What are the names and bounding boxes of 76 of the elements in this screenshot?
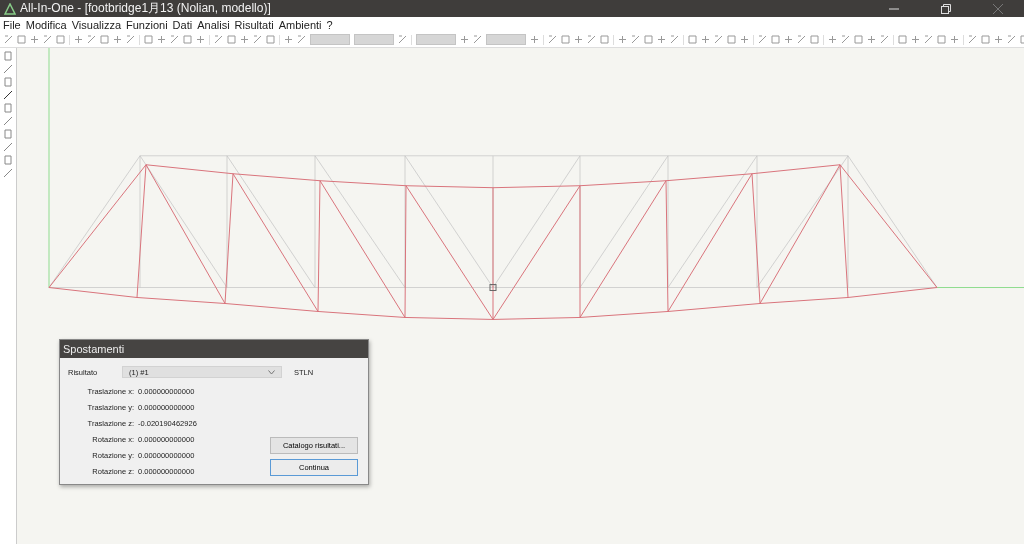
toolbar-icon[interactable]	[87, 35, 96, 44]
toolbar-icon[interactable]	[74, 35, 83, 44]
toolbar-icon[interactable]	[631, 35, 640, 44]
menu-item[interactable]: Risultati	[234, 18, 274, 31]
toolbar-icon[interactable]	[266, 35, 275, 44]
toolbar-icon[interactable]	[937, 35, 946, 44]
toolbar-icon[interactable]	[994, 35, 1003, 44]
toolbar-icon[interactable]	[196, 35, 205, 44]
toolbar-icon[interactable]	[981, 35, 990, 44]
toolbar-icon[interactable]	[240, 35, 249, 44]
toolbar-icon[interactable]	[841, 35, 850, 44]
menu-item[interactable]: Ambienti	[278, 18, 322, 31]
toolbar-icon[interactable]	[740, 35, 749, 44]
toolbar-icon[interactable]	[670, 35, 679, 44]
toolbar-icon[interactable]	[144, 35, 153, 44]
toolbar-icon[interactable]	[758, 35, 767, 44]
toolbar-icon[interactable]	[530, 35, 539, 44]
toolbar-icon[interactable]	[284, 35, 293, 44]
menu-item[interactable]: Analisi	[197, 18, 230, 31]
toolbar-icon[interactable]	[574, 35, 583, 44]
toolbar-icon[interactable]	[727, 35, 736, 44]
toolbar-icon[interactable]	[797, 35, 806, 44]
toolbar-icon[interactable]	[701, 35, 710, 44]
toolbar-icon[interactable]	[561, 35, 570, 44]
toolbar-icon[interactable]	[548, 35, 557, 44]
toolbar-icon[interactable]	[657, 35, 666, 44]
toolbar-icon[interactable]	[644, 35, 653, 44]
toolbar-icon[interactable]	[157, 35, 166, 44]
toolbar-icon[interactable]	[867, 35, 876, 44]
toolbar-icon[interactable]	[30, 35, 39, 44]
toolbar-icon[interactable]	[398, 35, 407, 44]
toolbar-icon[interactable]	[587, 35, 596, 44]
toolbar-icon[interactable]	[183, 35, 192, 44]
toolbar-icon[interactable]	[810, 35, 819, 44]
menu-item[interactable]: Visualizza	[71, 18, 122, 31]
dialog-title: Spostamenti	[60, 340, 368, 358]
toolbar-icon[interactable]	[950, 35, 959, 44]
toolbar-icon[interactable]	[714, 35, 723, 44]
toolbar-icon[interactable]	[460, 35, 469, 44]
toolbar-icon[interactable]	[253, 35, 262, 44]
chevron-icon	[268, 369, 275, 375]
toolbar-icon[interactable]	[784, 35, 793, 44]
toolbar-icon[interactable]	[100, 35, 109, 44]
toolbar-icon[interactable]	[1007, 35, 1016, 44]
toolbar-icon[interactable]	[828, 35, 837, 44]
menu-item[interactable]: Dati	[172, 18, 193, 31]
toolbar-icon[interactable]	[854, 35, 863, 44]
toolbar-icon[interactable]	[911, 35, 920, 44]
toolbar-icon[interactable]	[771, 35, 780, 44]
menu-item[interactable]: ?	[326, 18, 333, 31]
restore-icon[interactable]	[941, 3, 951, 14]
menu-item[interactable]: Funzioni	[126, 18, 168, 31]
toolbar-icon[interactable]	[924, 35, 933, 44]
toolbar-icon[interactable]	[898, 35, 907, 44]
toolbar-icon[interactable]	[170, 35, 179, 44]
toolbar-icon[interactable]	[968, 35, 977, 44]
menu-item[interactable]: Modifica	[25, 18, 67, 31]
toolbar-icon[interactable]	[17, 35, 26, 44]
toolbar-icon[interactable]	[4, 35, 13, 44]
app-icon	[4, 2, 16, 15]
toolbar-icon[interactable]	[214, 35, 223, 44]
toolbar-icon[interactable]	[56, 35, 65, 44]
toolbar-icon[interactable]	[113, 35, 122, 44]
toolbar-icon[interactable]	[618, 35, 627, 44]
toolbar-icon[interactable]	[126, 35, 135, 44]
toolbar-icon[interactable]	[297, 35, 306, 44]
toolbar-icon[interactable]	[600, 35, 609, 44]
toolbar-icon[interactable]	[688, 35, 697, 44]
close-icon[interactable]	[993, 3, 1003, 14]
toolbar-icon[interactable]	[473, 35, 482, 44]
toolbar-icon[interactable]	[43, 35, 52, 44]
toolbar-icon[interactable]	[880, 35, 889, 44]
window-title: All-In-One - [footbridge1月13 (Nolian, modello)]	[20, 0, 271, 17]
menu-item[interactable]: File	[3, 18, 21, 31]
toolbar-icon[interactable]	[227, 35, 236, 44]
node-marker	[489, 284, 497, 291]
